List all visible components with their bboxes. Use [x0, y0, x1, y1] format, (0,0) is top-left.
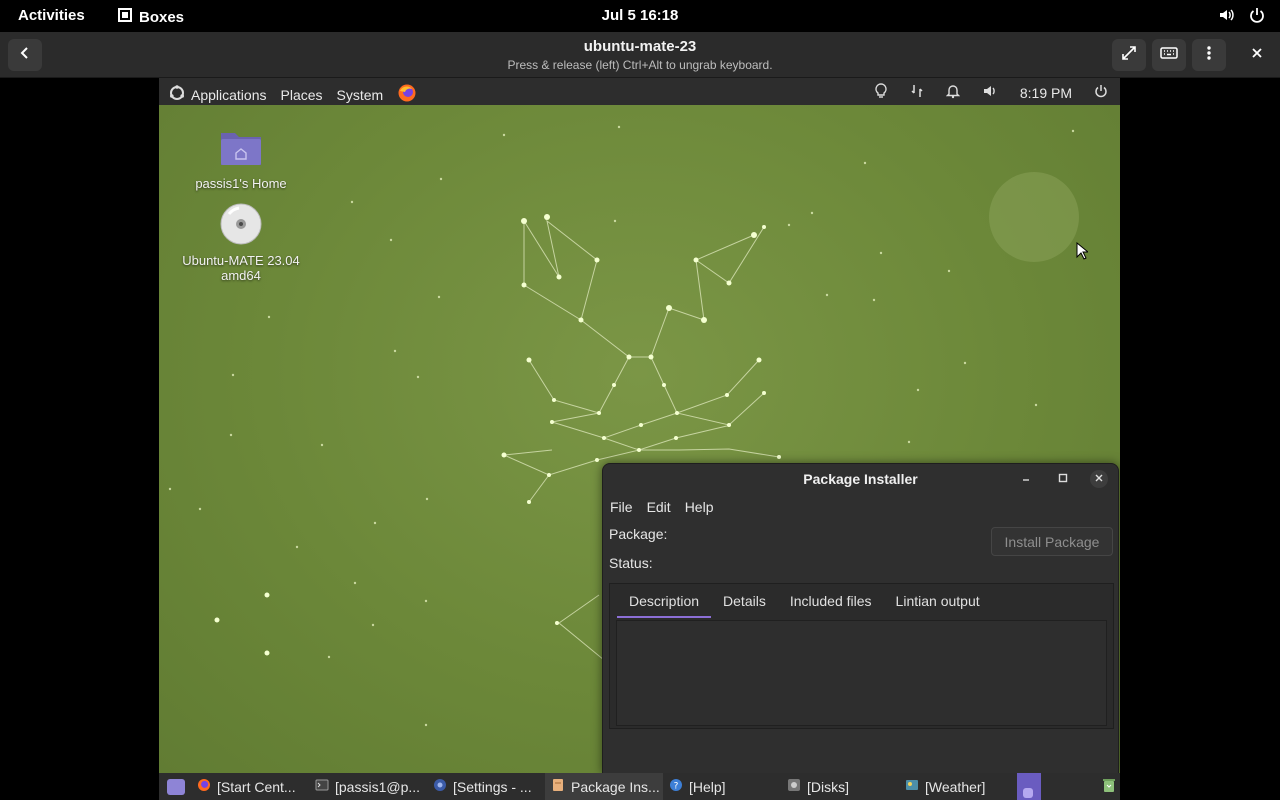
optical-disc-icon	[219, 202, 263, 249]
kebab-menu-icon	[1206, 45, 1212, 66]
taskbar-item-label: [Weather]	[925, 778, 986, 795]
notification-bell-icon[interactable]	[945, 83, 961, 102]
taskbar-item[interactable]: [Weather]	[899, 773, 1017, 800]
close-icon	[1251, 46, 1263, 64]
mouse-pointer-icon	[1076, 241, 1090, 265]
firefox-launcher-icon[interactable]	[397, 83, 417, 106]
show-desktop-icon	[167, 778, 185, 795]
menu-button[interactable]	[1192, 39, 1226, 71]
taskbar-item-label: [Disks]	[807, 778, 849, 795]
window-menubar: File Edit Help	[610, 499, 713, 515]
clock[interactable]: Jul 5 16:18	[602, 7, 679, 24]
ubuntu-mate-logo-icon	[169, 85, 185, 104]
lightbulb-icon[interactable]	[874, 83, 888, 102]
desktop-icon-label: amd64	[221, 268, 261, 283]
status-label: Status:	[609, 555, 653, 571]
volume-icon	[1218, 6, 1236, 28]
volume-icon[interactable]	[982, 83, 998, 102]
package-icon	[551, 778, 565, 795]
taskbar-item[interactable]: [passis1@p...	[309, 773, 427, 800]
taskbar-item-active[interactable]: Package Ins...	[545, 773, 663, 800]
vm-display[interactable]: Applications Places System 8:19 PM passi…	[159, 78, 1120, 800]
panel-clock[interactable]: 8:19 PM	[1020, 85, 1072, 101]
description-text-area[interactable]	[616, 620, 1107, 726]
settings-icon	[433, 778, 447, 795]
minimize-icon	[1021, 473, 1031, 486]
svg-text:?: ?	[674, 782, 679, 792]
shutdown-icon[interactable]	[1094, 84, 1108, 101]
fullscreen-button[interactable]	[1112, 39, 1146, 71]
window-close-button[interactable]	[1090, 470, 1108, 488]
taskbar-item[interactable]: [Settings - ...	[427, 773, 545, 800]
firefox-icon	[197, 778, 211, 795]
taskbar-item-label: [passis1@p...	[335, 778, 421, 795]
network-icon[interactable]	[910, 83, 924, 102]
desktop-icon-label: passis1's Home	[195, 176, 287, 191]
tab-description[interactable]: Description	[617, 584, 712, 618]
app-menu-boxes[interactable]: Boxes	[117, 7, 184, 27]
taskbar-item-label: [Start Cent...	[217, 778, 296, 795]
app-menu-label: Boxes	[139, 8, 185, 26]
system-menu[interactable]	[1218, 6, 1266, 28]
weather-icon	[905, 778, 919, 795]
places-menu[interactable]: Places	[281, 87, 323, 103]
power-icon	[1248, 6, 1266, 28]
disks-icon	[787, 778, 801, 795]
system-menu[interactable]: System	[337, 87, 384, 103]
terminal-icon	[315, 778, 329, 795]
fullscreen-icon	[1121, 45, 1137, 66]
gnome-top-bar: Activities Boxes Jul 5 16:18	[0, 0, 1280, 32]
vm-title: ubuntu-mate-23	[583, 38, 697, 55]
desktop-home-folder[interactable]: passis1's Home	[176, 127, 306, 191]
tab-lintian-output[interactable]: Lintian output	[884, 584, 992, 618]
activities-button[interactable]: Activities	[18, 7, 85, 24]
mate-top-panel: Applications Places System 8:19 PM	[159, 78, 1120, 105]
desktop-ubuntu-mate-disc[interactable]: Ubuntu-MATE 23.04 amd64	[176, 202, 306, 283]
taskbar-item[interactable]: [Disks]	[781, 773, 899, 800]
tab-details[interactable]: Details	[711, 584, 778, 618]
menu-help[interactable]: Help	[685, 499, 714, 515]
close-icon	[1094, 473, 1104, 486]
taskbar-item-label: [Settings - ...	[453, 778, 532, 795]
vm-subtitle: Press & release (left) Ctrl+Alt to ungra…	[507, 58, 773, 72]
maximize-button[interactable]	[1054, 470, 1072, 488]
tab-included-files[interactable]: Included files	[778, 584, 884, 618]
workspace-switcher[interactable]	[1017, 773, 1041, 800]
boxes-header-bar: ubuntu-mate-23 Press & release (left) Ct…	[0, 32, 1280, 78]
package-label: Package:	[609, 526, 668, 542]
taskbar-item-label: Package Ins...	[571, 778, 660, 795]
maximize-icon	[1058, 473, 1068, 486]
desktop-icon-label: Ubuntu-MATE 23.04	[182, 253, 300, 268]
mate-bottom-panel: [Start Cent... [passis1@p... [Settings -…	[159, 773, 1120, 800]
info-notebook: Description Details Included files Linti…	[609, 583, 1114, 729]
window-title: Package Installer	[803, 471, 918, 487]
home-folder-icon	[219, 127, 263, 170]
keyboard-icon	[1160, 46, 1178, 65]
trash-button[interactable]	[1095, 773, 1119, 800]
taskbar-item-label: [Help]	[689, 778, 726, 795]
trash-icon	[1101, 777, 1117, 796]
show-desktop-button[interactable]	[159, 773, 189, 800]
package-installer-window: Package Installer File Edit Help Package…	[602, 463, 1119, 774]
taskbar-item[interactable]: [Start Cent...	[191, 773, 309, 800]
boxes-icon	[117, 7, 133, 27]
applications-menu[interactable]: Applications	[169, 85, 267, 104]
menu-edit[interactable]: Edit	[647, 499, 671, 515]
close-button[interactable]	[1240, 39, 1274, 71]
applications-menu-label: Applications	[191, 86, 267, 103]
window-titlebar[interactable]: Package Installer	[603, 464, 1118, 494]
minimize-button[interactable]	[1017, 470, 1035, 488]
workspace-icon	[1023, 787, 1033, 798]
help-icon: ?	[669, 778, 683, 795]
install-package-button[interactable]: Install Package	[991, 527, 1113, 556]
keyboard-button[interactable]	[1152, 39, 1186, 71]
menu-file[interactable]: File	[610, 499, 633, 515]
taskbar-item[interactable]: ? [Help]	[663, 773, 781, 800]
